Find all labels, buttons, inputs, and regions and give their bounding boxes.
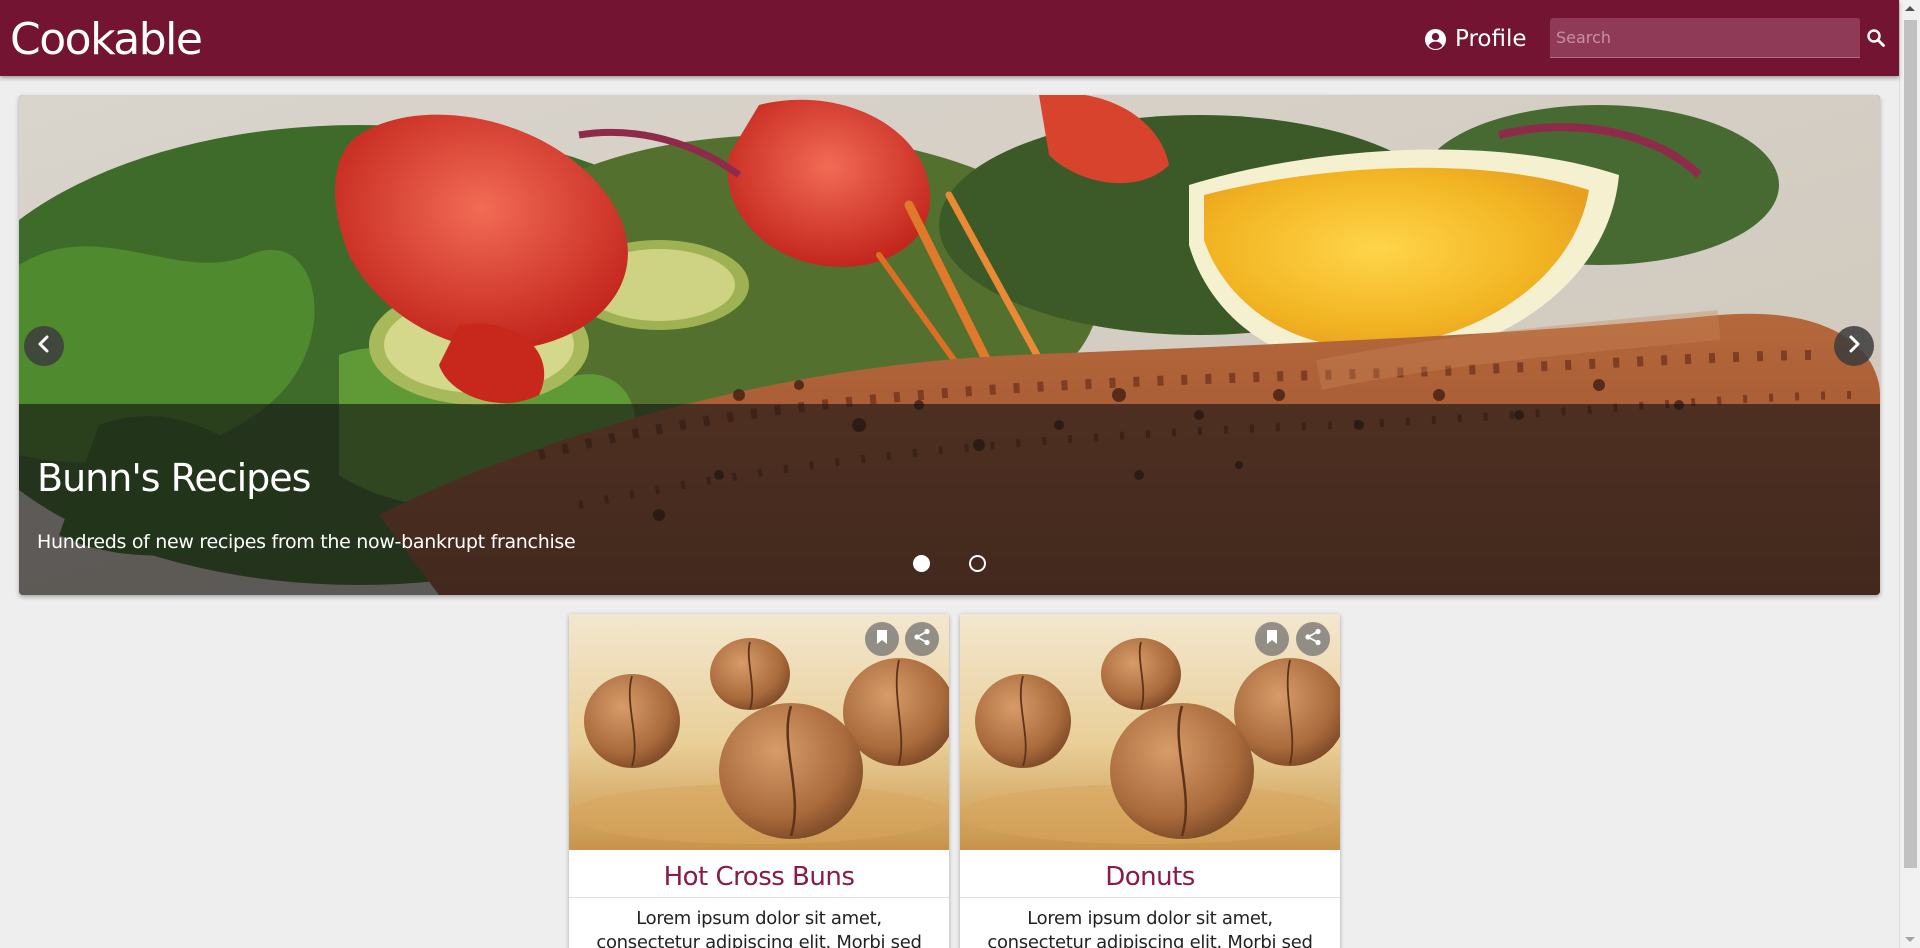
- chevron-left-icon: [35, 335, 53, 357]
- search-input[interactable]: [1550, 18, 1860, 58]
- profile-link[interactable]: Profile: [1424, 24, 1527, 54]
- scroll-up-arrow-icon[interactable]: [1905, 6, 1915, 11]
- recipe-description: Lorem ipsum dolor sit amet, consectetur …: [987, 908, 1313, 948]
- carousel-title: Bunn's Recipes: [37, 456, 311, 500]
- carousel-next-button[interactable]: [1834, 326, 1874, 366]
- bookmark-button[interactable]: [1255, 622, 1289, 656]
- share-icon: [1304, 628, 1322, 650]
- brand-logo[interactable]: Cookable: [10, 14, 203, 65]
- top-navbar: Cookable Profile: [0, 0, 1899, 76]
- share-button[interactable]: [1296, 622, 1330, 656]
- carousel-caption: Bunn's Recipes Hundreds of new recipes f…: [19, 404, 1880, 595]
- hero-carousel: Bunn's Recipes Hundreds of new recipes f…: [19, 95, 1880, 595]
- chevron-right-icon: [1845, 335, 1863, 357]
- carousel-dot-1[interactable]: [913, 555, 930, 572]
- recipe-title[interactable]: Donuts: [960, 862, 1340, 892]
- bookmark-icon: [875, 629, 889, 649]
- search-icon[interactable]: [1864, 26, 1888, 50]
- card-divider: [960, 897, 1340, 898]
- profile-label: Profile: [1455, 26, 1527, 52]
- scroll-down-arrow-icon[interactable]: [1905, 937, 1915, 942]
- carousel-dot-2[interactable]: [969, 555, 986, 572]
- carousel-subtitle: Hundreds of new recipes from the now-ban…: [37, 531, 576, 553]
- recipe-title[interactable]: Hot Cross Buns: [569, 862, 949, 892]
- carousel-prev-button[interactable]: [24, 326, 64, 366]
- recipe-description: Lorem ipsum dolor sit amet, consectetur …: [596, 908, 922, 948]
- account-circle-icon: [1424, 28, 1447, 51]
- recipe-card[interactable]: Hot Cross Buns Lorem ipsum dolor sit ame…: [569, 614, 949, 948]
- bookmark-icon: [1265, 629, 1279, 649]
- scroll-thumb[interactable]: [1904, 20, 1917, 868]
- bookmark-button[interactable]: [865, 622, 899, 656]
- card-divider: [569, 897, 949, 898]
- share-icon: [913, 628, 931, 650]
- page-scrollbar[interactable]: [1899, 0, 1920, 948]
- recipe-card[interactable]: Donuts Lorem ipsum dolor sit amet, conse…: [960, 614, 1340, 948]
- share-button[interactable]: [905, 622, 939, 656]
